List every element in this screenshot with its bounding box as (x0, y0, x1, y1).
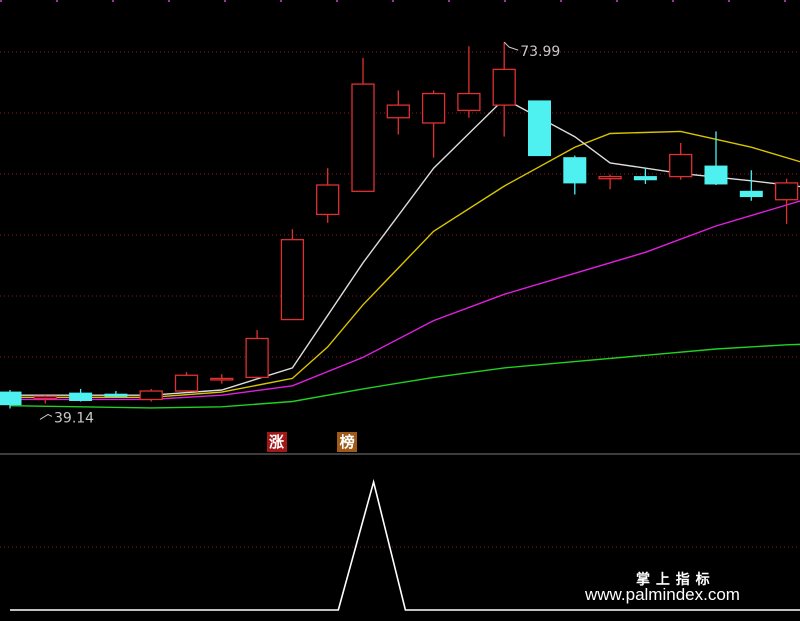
candle-body (69, 392, 93, 401)
candle-body (280, 239, 305, 321)
moving-average-lines (9, 97, 800, 409)
candle-body (351, 83, 375, 192)
candle (492, 42, 516, 137)
candle-body (139, 390, 163, 401)
candle-body (421, 92, 446, 124)
candle-body (528, 100, 551, 157)
ma-magenta-line (10, 200, 800, 401)
board-tag: 榜 (337, 432, 358, 452)
candle-body (563, 157, 587, 184)
candle (457, 46, 481, 118)
candle (739, 170, 763, 201)
high-price-label: 73.99 (520, 44, 560, 60)
candle-body (316, 184, 340, 216)
ma-green-line (9, 343, 800, 409)
watermark-url: www.palmindex.com (585, 585, 740, 604)
candle (386, 90, 410, 135)
candle-body (0, 391, 22, 406)
candle (633, 168, 657, 184)
candle-body (104, 393, 128, 397)
candle (245, 330, 269, 379)
candle-body (739, 190, 763, 198)
price-annotations: 73.99 39.14 (39, 41, 560, 426)
candle (351, 57, 375, 192)
candle-body (457, 92, 481, 112)
candle (598, 174, 622, 190)
candle (316, 168, 340, 223)
candle-body (210, 377, 234, 381)
candle-body (598, 175, 622, 180)
candle-body (174, 374, 199, 392)
candle (563, 155, 587, 195)
grid-lines (0, 0, 800, 548)
candle (528, 100, 551, 157)
ma-white-line (10, 97, 800, 396)
candle-body (774, 182, 799, 201)
candle (774, 178, 799, 224)
candle-body (33, 395, 57, 400)
candle (174, 372, 199, 393)
candle (421, 90, 446, 158)
candle (210, 374, 234, 384)
candle-body (386, 104, 410, 119)
candle (280, 229, 305, 321)
stock-chart: 73.99 39.14 (0, 0, 800, 611)
candle (669, 142, 693, 180)
candle-body (245, 337, 269, 379)
candle (69, 388, 93, 402)
candle (704, 131, 728, 186)
candlesticks (0, 42, 799, 409)
rise-tag: 涨 (266, 432, 287, 452)
candle-body (704, 165, 728, 185)
high-pointer (503, 41, 519, 51)
low-price-label: 39.14 (54, 410, 94, 426)
candle-body (669, 153, 693, 178)
candle (104, 391, 128, 398)
candle-body (633, 176, 657, 181)
low-pointer (39, 413, 53, 420)
candle-body (492, 68, 516, 106)
candle (139, 388, 163, 402)
